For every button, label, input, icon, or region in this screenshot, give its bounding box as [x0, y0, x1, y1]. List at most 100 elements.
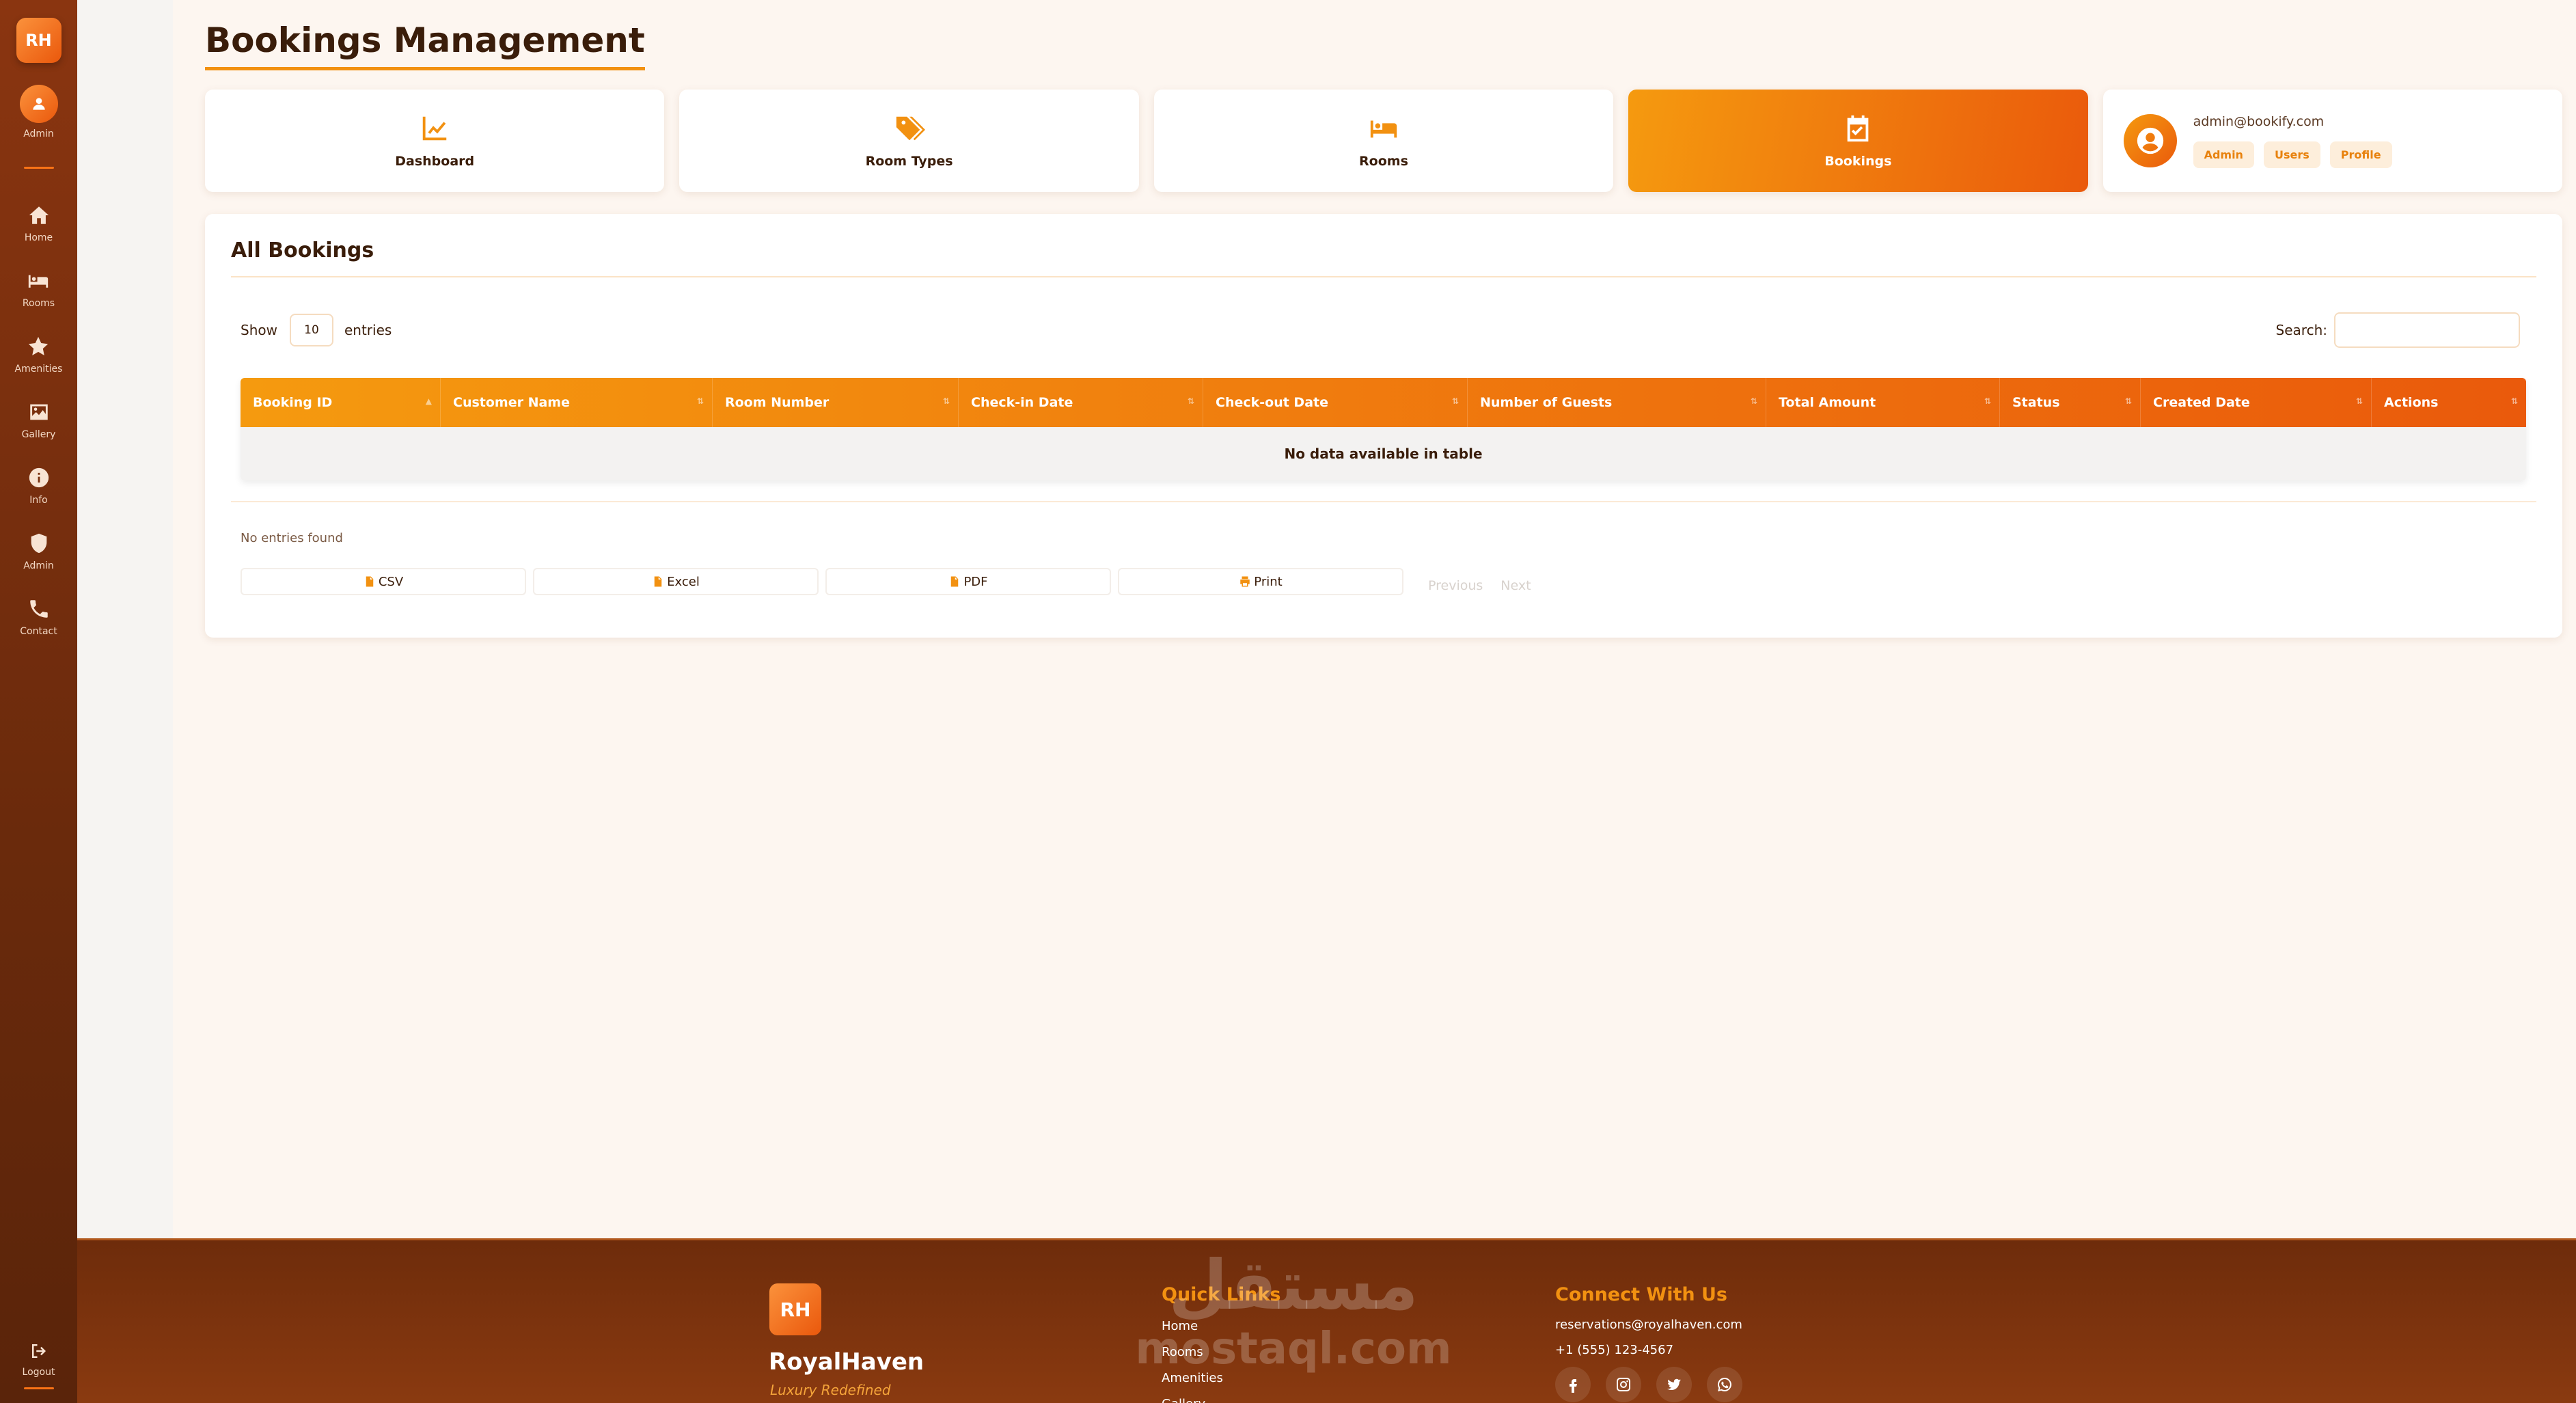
pill-users[interactable]: Users	[2263, 141, 2320, 168]
column-header-customer-name[interactable]: Customer Name ⇅	[441, 378, 713, 427]
facebook-icon[interactable]	[1555, 1367, 1591, 1402]
content-gutter	[77, 0, 173, 1238]
entries-select[interactable]: 10	[289, 314, 333, 346]
sort-icon: ⇅	[2124, 396, 2132, 406]
nav-card-bookings[interactable]: Bookings	[1628, 90, 2088, 192]
column-header-check-out-date[interactable]: Check-out Date ⇅	[1203, 378, 1468, 427]
quick-link-home[interactable]: Home	[1162, 1319, 1223, 1345]
column-header-label: Room Number	[725, 395, 830, 410]
search-input[interactable]	[2334, 312, 2520, 348]
nav-card-dashboard[interactable]: Dashboard	[205, 90, 665, 192]
quick-link-amenities[interactable]: Amenities	[1162, 1371, 1223, 1397]
footer-tagline: Luxury Redefined	[770, 1382, 891, 1398]
column-header-check-in-date[interactable]: Check-in Date ⇅	[959, 378, 1203, 427]
nav-card-room-types[interactable]: Room Types	[679, 90, 1139, 192]
file-excel-icon	[654, 576, 662, 587]
footer-brand: RoyalHaven	[769, 1348, 924, 1376]
file-pdf-icon	[951, 576, 959, 587]
footer-email[interactable]: reservations@royalhaven.com	[1555, 1318, 1742, 1332]
home-icon	[29, 206, 49, 224]
sidebar-item-amenities[interactable]: Amenities	[14, 322, 63, 387]
social-links	[1555, 1367, 1742, 1402]
sidebar-item-label: Amenities	[14, 364, 63, 374]
bookings-card: All Bookings Show 10 entries Search: Boo…	[205, 214, 2562, 638]
sort-icon: ⇅	[1984, 396, 1991, 406]
sidebar: RH Admin Home Rooms Amenities Gallery In…	[0, 0, 77, 1403]
user-email: admin@bookify.com	[2193, 113, 2325, 129]
column-header-label: Actions	[2384, 395, 2439, 410]
column-header-created-date[interactable]: Created Date ⇅	[2141, 378, 2372, 427]
sort-asc-icon: ▲	[425, 396, 432, 406]
pagination-next[interactable]: Next	[1501, 570, 1531, 593]
page-title: Bookings Management	[205, 21, 645, 70]
export-pdf-button[interactable]: PDF	[825, 568, 1111, 595]
instagram-icon[interactable]	[1606, 1367, 1641, 1402]
bed-icon	[29, 275, 49, 288]
export-button-label: CSV	[378, 574, 404, 589]
card-title-divider	[231, 276, 2536, 277]
column-header-booking-id[interactable]: Booking ID ▲	[241, 378, 441, 427]
user-avatar-icon	[19, 85, 58, 123]
column-header-status[interactable]: Status ⇅	[2000, 378, 2141, 427]
quick-link-rooms[interactable]: Rooms	[1162, 1345, 1223, 1371]
footer-phone[interactable]: +1 (555) 123-4567	[1555, 1343, 1673, 1357]
sidebar-user-label: Admin	[23, 128, 54, 139]
footer: RH RoyalHaven Luxury Redefined Quick Lin…	[77, 1238, 2576, 1403]
quick-links: Home Rooms Amenities Gallery	[1162, 1319, 1223, 1403]
quick-link-gallery[interactable]: Gallery	[1162, 1397, 1223, 1403]
column-header-label: Number of Guests	[1480, 395, 1613, 410]
column-header-label: Customer Name	[453, 395, 570, 410]
sidebar-item-home[interactable]: Home	[25, 191, 53, 256]
pill-profile[interactable]: Profile	[2329, 141, 2392, 168]
file-csv-icon	[366, 576, 374, 587]
column-header-label: Booking ID	[253, 395, 333, 410]
column-header-label: Check-out Date	[1216, 395, 1328, 410]
chart-line-icon	[422, 116, 447, 141]
sidebar-logo[interactable]: RH	[16, 18, 61, 63]
sort-icon: ⇅	[1750, 396, 1757, 406]
sort-icon: ⇅	[696, 396, 704, 406]
sidebar-user[interactable]: Admin	[19, 85, 58, 139]
nav-card-rooms[interactable]: Rooms	[1153, 90, 1614, 192]
footer-logo[interactable]: RH	[769, 1283, 821, 1335]
column-header-label: Created Date	[2153, 395, 2250, 410]
calendar-check-icon	[1848, 115, 1869, 142]
search-label: Search:	[2275, 322, 2327, 338]
user-avatar-icon	[2123, 114, 2177, 167]
print-button[interactable]: Print	[1118, 568, 1403, 595]
column-header-number-of-guests[interactable]: Number of Guests ⇅	[1468, 378, 1766, 427]
export-excel-button[interactable]: Excel	[533, 568, 819, 595]
export-button-label: PDF	[963, 574, 988, 589]
nav-card-label: Dashboard	[395, 154, 475, 169]
table-header: Booking ID ▲ Customer Name ⇅ Room Number ⇅ …	[241, 378, 2526, 427]
export-csv-button[interactable]: CSV	[241, 568, 526, 595]
sidebar-item-contact[interactable]: Contact	[20, 584, 57, 650]
column-header-room-number[interactable]: Room Number ⇅	[713, 378, 959, 427]
info-icon	[29, 467, 49, 488]
nav-card-label: Bookings	[1824, 154, 1892, 169]
star-icon	[29, 336, 49, 356]
sidebar-item-label: Rooms	[22, 298, 55, 309]
image-icon	[29, 404, 48, 420]
column-header-label: Total Amount	[1779, 395, 1876, 410]
export-button-label: Print	[1254, 574, 1283, 589]
sidebar-item-info[interactable]: Info	[27, 453, 51, 519]
sort-icon: ⇅	[1451, 396, 1459, 406]
column-header-total-amount[interactable]: Total Amount ⇅	[1766, 378, 2000, 427]
sidebar-item-rooms[interactable]: Rooms	[23, 256, 55, 322]
sidebar-item-gallery[interactable]: Gallery	[22, 387, 55, 453]
pagination-previous[interactable]: Previous	[1428, 570, 1483, 593]
sidebar-item-label: Admin	[23, 560, 54, 571]
twitter-icon[interactable]	[1656, 1367, 1692, 1402]
nav-card-label: Room Types	[865, 154, 953, 169]
pill-admin[interactable]: Admin	[2193, 141, 2254, 168]
logout-icon	[31, 1344, 46, 1358]
column-header-actions[interactable]: Actions ⇅	[2372, 378, 2526, 427]
sort-icon: ⇅	[942, 396, 950, 406]
sidebar-item-label: Home	[24, 232, 53, 243]
whatsapp-icon[interactable]	[1707, 1367, 1742, 1402]
sidebar-item-label: Info	[29, 495, 48, 506]
sidebar-logout[interactable]: Logout	[0, 1341, 77, 1389]
sidebar-item-label: Contact	[20, 626, 57, 637]
sidebar-item-admin[interactable]: Admin	[23, 519, 54, 584]
